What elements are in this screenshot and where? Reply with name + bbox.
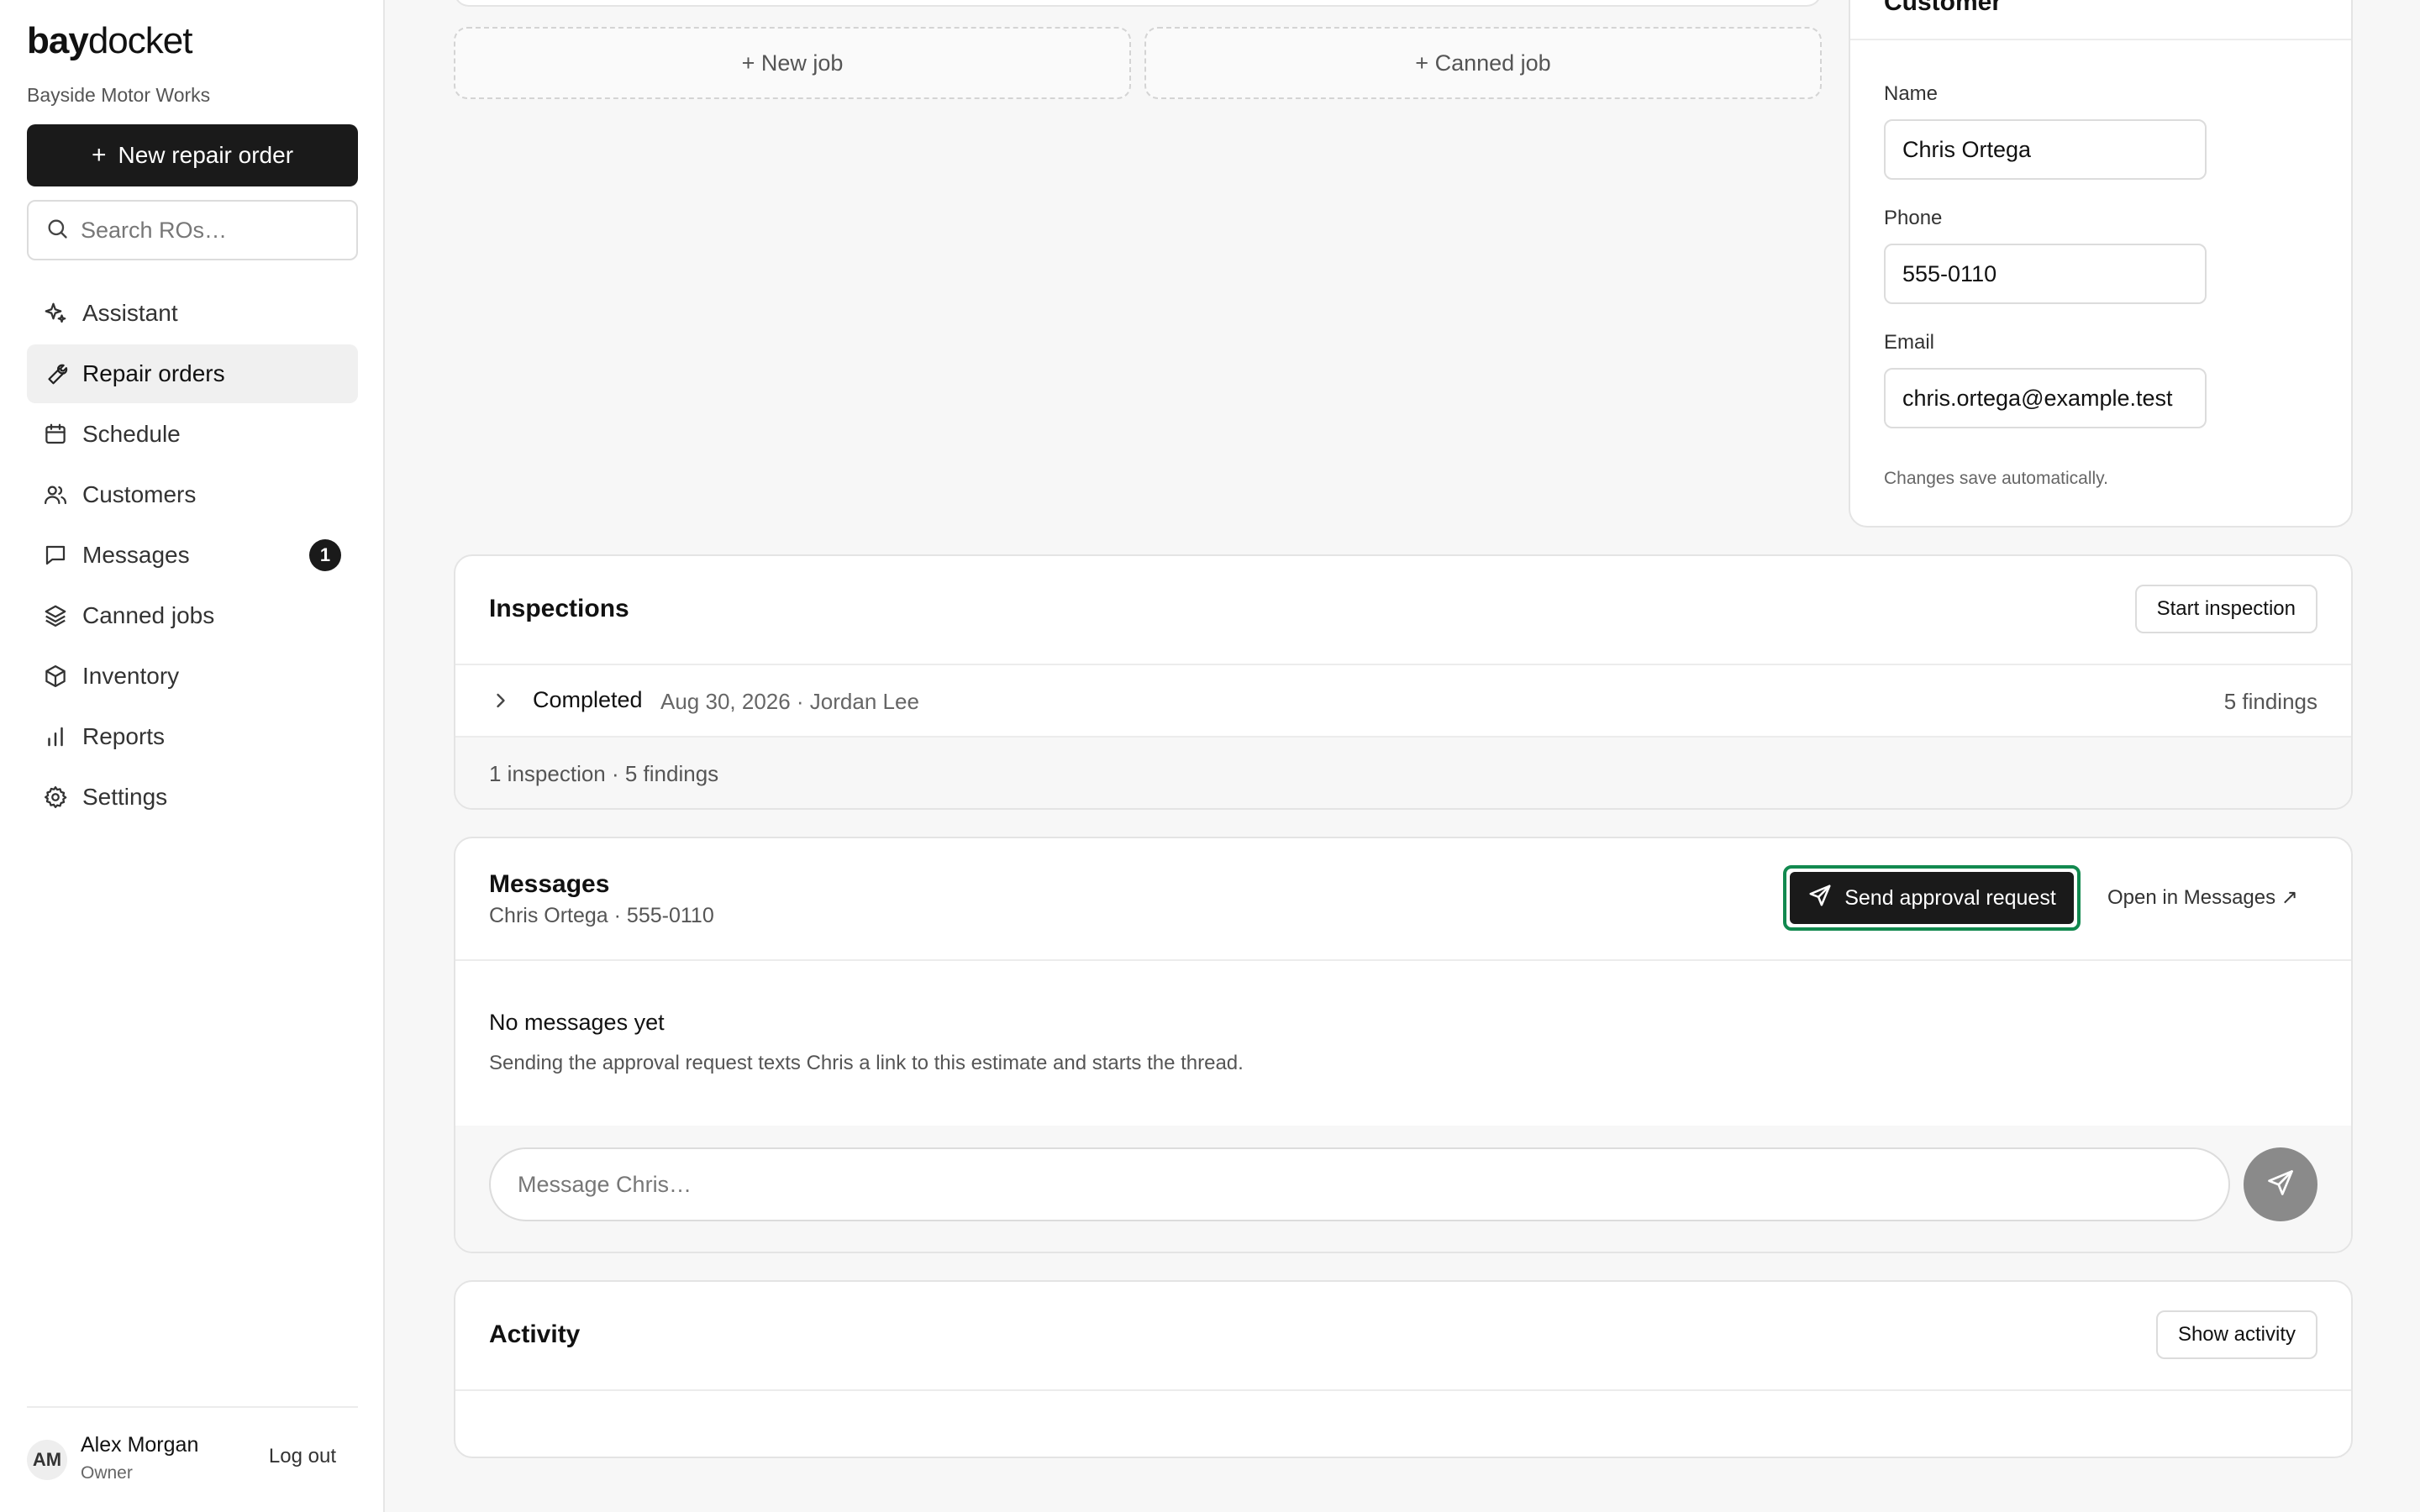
send-approval-label: Send approval request [1844, 885, 2056, 910]
messages-card: Messages Chris Ortega · 555-0110 Send ap… [454, 837, 2353, 1253]
nav-item-messages[interactable]: Messages 1 [27, 526, 358, 585]
users-icon [42, 481, 69, 508]
nav-label: Settings [82, 784, 168, 810]
nav-label: Messages [82, 542, 190, 568]
inspection-findings-count: 5 findings [2223, 689, 2317, 714]
inspections-title: Inspections [489, 595, 629, 622]
nav-label: Assistant [82, 300, 178, 326]
brand-logo-light: docket [87, 20, 193, 61]
inspections-card: Inspections Start inspection Completed A… [454, 554, 2353, 810]
email-label: Email [1884, 331, 1935, 354]
calendar-icon [42, 421, 69, 448]
name-field[interactable] [1884, 119, 2207, 180]
customer-card: Customer Name Phone Email Changes save a… [1849, 0, 2353, 528]
divider [1850, 39, 2351, 40]
inspections-summary-text: 1 inspection · 5 findings [489, 761, 719, 786]
autosave-note: Changes save automatically. [1884, 469, 2108, 488]
user-role: Owner [81, 1463, 133, 1483]
send-icon [1807, 883, 1833, 914]
main-nav: Assistant Repair orders Schedule Custome… [27, 284, 358, 828]
nav-label: Reports [82, 723, 166, 749]
divider [455, 1389, 2351, 1391]
nav-label: Customers [82, 481, 197, 507]
nav-item-canned-jobs[interactable]: Canned jobs [27, 586, 358, 645]
nav-label: Inventory [82, 663, 180, 689]
unread-badge: 1 [309, 539, 341, 571]
chevron-right-icon[interactable] [489, 689, 513, 717]
send-icon [2265, 1168, 2296, 1202]
messages-contact: Chris Ortega · 555-0110 [489, 904, 714, 927]
email-field[interactable] [1884, 368, 2207, 428]
inspection-row[interactable]: Completed Aug 30, 2026 · Jordan Lee 5 fi… [455, 664, 2351, 738]
chat-icon [42, 542, 69, 569]
canned-job-button[interactable]: + Canned job [1144, 27, 1822, 99]
shop-name: Bayside Motor Works [27, 84, 211, 106]
sparkle-icon [42, 300, 69, 327]
jobs-card-edge [454, 0, 1822, 7]
nav-label: Repair orders [82, 360, 225, 386]
logout-button[interactable]: Log out [269, 1445, 336, 1468]
nav-item-repair-orders[interactable]: Repair orders [27, 344, 358, 403]
message-composer [455, 1126, 2351, 1252]
new-job-button[interactable]: + New job [454, 27, 1131, 99]
user-name: Alex Morgan [81, 1433, 199, 1457]
nav-item-reports[interactable]: Reports [27, 707, 358, 766]
new-repair-order-button[interactable]: + New repair order [27, 124, 358, 186]
nav-item-assistant[interactable]: Assistant [27, 284, 358, 343]
nav-item-customers[interactable]: Customers [27, 465, 358, 524]
open-in-messages-link[interactable]: Open in Messages ↗ [2107, 885, 2298, 910]
wrench-icon [42, 360, 69, 387]
phone-label: Phone [1884, 207, 1943, 229]
nav-item-settings[interactable]: Settings [27, 768, 358, 827]
search-icon [45, 217, 69, 244]
name-label: Name [1884, 82, 1939, 105]
start-inspection-button[interactable]: Start inspection [2134, 585, 2317, 633]
phone-field[interactable] [1884, 244, 2207, 304]
divider [455, 959, 2351, 961]
empty-state-title: No messages yet [489, 1010, 665, 1035]
box-icon [42, 663, 69, 690]
search-box[interactable] [27, 200, 358, 260]
new-repair-order-label: New repair order [118, 142, 294, 168]
empty-state-description: Sending the approval request texts Chris… [489, 1052, 1244, 1074]
activity-card: Activity Show activity [454, 1280, 2353, 1458]
customer-card-title: Customer [1884, 0, 2002, 16]
avatar: AM [27, 1440, 67, 1480]
nav-item-inventory[interactable]: Inventory [27, 647, 358, 706]
search-input[interactable] [81, 217, 333, 244]
send-approval-focus-ring: Send approval request [1783, 865, 2081, 931]
user-area: AM Alex Morgan Owner Log out [27, 1406, 358, 1490]
layers-icon [42, 602, 69, 629]
send-message-button[interactable] [2244, 1147, 2317, 1221]
messages-title: Messages [489, 870, 610, 898]
nav-label: Schedule [82, 421, 181, 447]
inspection-meta: Aug 30, 2026 · Jordan Lee [660, 689, 919, 714]
send-approval-request-button[interactable]: Send approval request [1790, 872, 2074, 924]
plus-icon: + [91, 141, 107, 169]
nav-label: Canned jobs [82, 602, 215, 628]
brand-logo[interactable]: baydocket [27, 20, 192, 62]
activity-title: Activity [489, 1320, 581, 1348]
inspections-summary: 1 inspection · 5 findings [455, 738, 2351, 808]
nav-item-schedule[interactable]: Schedule [27, 405, 358, 464]
sidebar: baydocket Bayside Motor Works + New repa… [0, 0, 385, 1512]
message-input[interactable] [489, 1147, 2230, 1221]
brand-logo-bold: bay [27, 20, 89, 61]
inspection-status: Completed [533, 687, 643, 712]
bar-chart-icon [42, 723, 69, 750]
gear-icon [42, 784, 69, 811]
show-activity-button[interactable]: Show activity [2155, 1310, 2317, 1359]
